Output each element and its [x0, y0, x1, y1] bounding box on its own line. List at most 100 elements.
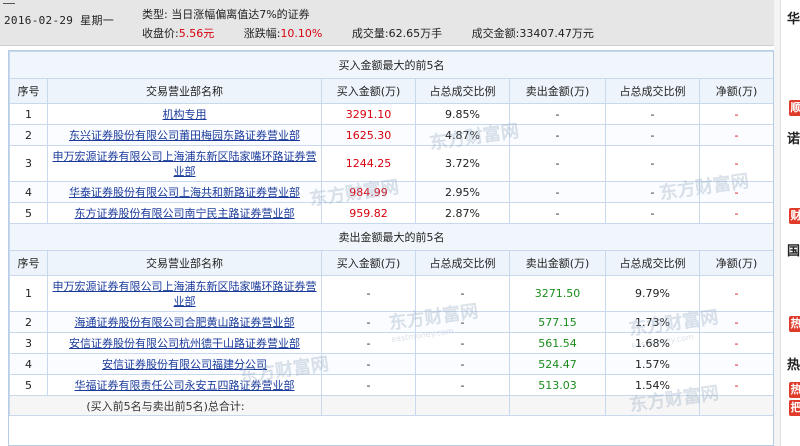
row-no: 1 [9, 103, 48, 125]
dept-link[interactable]: 申万宏源证券有限公司上海浦东新区陆家嘴环路证券营业部 [53, 280, 317, 308]
side-tag[interactable]: 热 [789, 382, 800, 398]
dept-cell: 安信证券股份有限公司杭州德干山路证券营业部 [47, 332, 322, 354]
sell-header-row: 序号 交易营业部名称 买入金额(万) 占总成交比例 卖出金额(万) 占总成交比例… [9, 250, 773, 276]
sell-pct: 1.57% [605, 353, 700, 375]
change-value: 10.10% [280, 27, 323, 40]
dept-cell: 华福证券有限责任公司永安五四路证券营业部 [47, 374, 322, 396]
amount-label: 成交金额: [471, 27, 520, 40]
col-header-net: 净额(万) [698, 250, 773, 276]
buy-section-title: 买入金额最大的前5名 [9, 51, 773, 79]
buy-sell-table: 买入金额最大的前5名 序号 交易营业部名称 买入金额(万) 占总成交比例 卖出金… [9, 51, 773, 416]
dept-cell: 东方证券股份有限公司南宁民主路证券营业部 [47, 202, 322, 224]
buy-amount: - [321, 353, 416, 375]
sell-pct: - [605, 145, 700, 182]
row-no: 3 [9, 145, 48, 182]
col-header-sell-amount: 卖出金额(万) [509, 78, 606, 104]
buy-amount: 959.82 [321, 202, 416, 224]
dept-cell: 安信证券股份有限公司福建分公司 [47, 353, 322, 375]
change-label: 涨跌幅: [243, 27, 281, 40]
sell-amount: 577.15 [509, 311, 606, 333]
stock-summary-header: 2016-02-29 星期一 类型: 当日涨幅偏离值达7%的证券 收盘价:5.5… [0, 0, 780, 46]
side-char: 国 [787, 244, 800, 259]
sell-amount: - [509, 202, 606, 224]
dept-link[interactable]: 安信证券股份有限公司福建分公司 [102, 358, 267, 371]
buy-amount: 3291.10 [321, 103, 416, 125]
buy-amount: 984.99 [321, 181, 416, 203]
net-amount: - [698, 374, 773, 396]
sell-pct: 9.79% [605, 275, 700, 312]
col-header-no: 序号 [9, 250, 48, 276]
side-tag[interactable]: 把 [789, 400, 800, 416]
buy-amount: - [321, 374, 416, 396]
row-no: 3 [9, 332, 48, 354]
side-tag[interactable]: 顺 [789, 100, 800, 116]
dept-link[interactable]: 华福证券有限责任公司永安五四路证券营业部 [75, 379, 295, 392]
buy-amount: - [321, 311, 416, 333]
col-header-sell-amount: 卖出金额(万) [509, 250, 606, 276]
dept-link[interactable]: 机构专用 [163, 108, 207, 121]
dept-link[interactable]: 海通证券股份有限公司合肥黄山路证券营业部 [75, 316, 295, 329]
net-amount: - [698, 103, 773, 125]
sell-amount: 524.47 [509, 353, 606, 375]
buy-pct: 2.87% [415, 202, 510, 224]
row-no: 5 [9, 374, 48, 396]
col-header-sell-pct: 占总成交比例 [605, 78, 700, 104]
buy-pct: - [415, 353, 510, 375]
dept-link[interactable]: 安信证券股份有限公司杭州德干山路证券营业部 [69, 337, 300, 350]
sell-section: 卖出金额最大的前5名 序号 交易营业部名称 买入金额(万) 占总成交比例 卖出金… [9, 223, 773, 416]
dept-cell: 海通证券股份有限公司合肥黄山路证券营业部 [47, 311, 322, 333]
row-no: 2 [9, 124, 48, 146]
total-row: (买入前5名与卖出前5名)总合计: [9, 395, 773, 416]
sell-pct: 1.68% [605, 332, 700, 354]
buy-pct: - [415, 311, 510, 333]
buy-pct: 2.95% [415, 181, 510, 203]
dept-cell: 申万宏源证券有限公司上海浦东新区陆家嘴环路证券营业部 [47, 275, 322, 312]
col-header-buy-pct: 占总成交比例 [415, 250, 510, 276]
side-char: 热 [787, 358, 800, 373]
sell-amount: 513.03 [509, 374, 606, 396]
col-header-buy-pct: 占总成交比例 [415, 78, 510, 104]
col-header-dept: 交易营业部名称 [47, 78, 322, 104]
dept-cell: 华泰证券股份有限公司上海共和新路证券营业部 [47, 181, 322, 203]
table-row: 2 海通证券股份有限公司合肥黄山路证券营业部 - - 577.15 1.73% … [9, 311, 773, 333]
type-label: 类型: [142, 8, 168, 21]
dept-link[interactable]: 华泰证券股份有限公司上海共和新路证券营业部 [69, 186, 300, 199]
right-sidebar: 华 顺 诺 财 国 热 热 热 把 [780, 0, 800, 446]
sell-amount: - [509, 103, 606, 125]
trade-date: 2016-02-29 星期一 [4, 14, 115, 27]
sell-amount: - [509, 124, 606, 146]
sell-amount: 561.54 [509, 332, 606, 354]
sell-amount: 3271.50 [509, 275, 606, 312]
dept-cell: 机构专用 [47, 103, 322, 125]
buy-pct: - [415, 332, 510, 354]
buy-pct: - [415, 275, 510, 312]
table-row: 2 东兴证券股份有限公司莆田梅园东路证券营业部 1625.30 4.87% - … [9, 124, 773, 146]
buy-header-row: 序号 交易营业部名称 买入金额(万) 占总成交比例 卖出金额(万) 占总成交比例… [9, 78, 773, 104]
dept-link[interactable]: 东兴证券股份有限公司莆田梅园东路证券营业部 [69, 129, 300, 142]
side-char: 诺 [787, 132, 800, 147]
table-row: 1 机构专用 3291.10 9.85% - - - [9, 103, 773, 125]
net-amount: - [698, 275, 773, 312]
header-mark [3, 0, 15, 4]
net-amount: - [698, 124, 773, 146]
row-no: 4 [9, 353, 48, 375]
type-value: 当日涨幅偏离值达7%的证券 [171, 8, 310, 21]
table-row: 4 华泰证券股份有限公司上海共和新路证券营业部 984.99 2.95% - -… [9, 181, 773, 203]
buy-section: 买入金额最大的前5名 序号 交易营业部名称 买入金额(万) 占总成交比例 卖出金… [9, 51, 773, 224]
sell-amount: - [509, 181, 606, 203]
side-tag[interactable]: 财 [789, 208, 800, 224]
sell-amount: - [509, 145, 606, 182]
table-row: 5 东方证券股份有限公司南宁民主路证券营业部 959.82 2.87% - - … [9, 202, 773, 224]
net-amount: - [698, 181, 773, 203]
net-amount: - [698, 311, 773, 333]
amount-value: 33407.47万元 [519, 27, 594, 40]
buy-amount: 1625.30 [321, 124, 416, 146]
dept-link[interactable]: 申万宏源证券有限公司上海浦东新区陆家嘴环路证券营业部 [53, 150, 317, 178]
row-no: 1 [9, 275, 48, 312]
side-tag[interactable]: 热 [789, 316, 800, 332]
dept-cell: 申万宏源证券有限公司上海浦东新区陆家嘴环路证券营业部 [47, 145, 322, 182]
dept-link[interactable]: 东方证券股份有限公司南宁民主路证券营业部 [75, 207, 295, 220]
main-content: 2016-02-29 星期一 类型: 当日涨幅偏离值达7%的证券 收盘价:5.5… [0, 0, 780, 446]
close-label: 收盘价: [142, 27, 179, 40]
buy-amount: 1244.25 [321, 145, 416, 182]
